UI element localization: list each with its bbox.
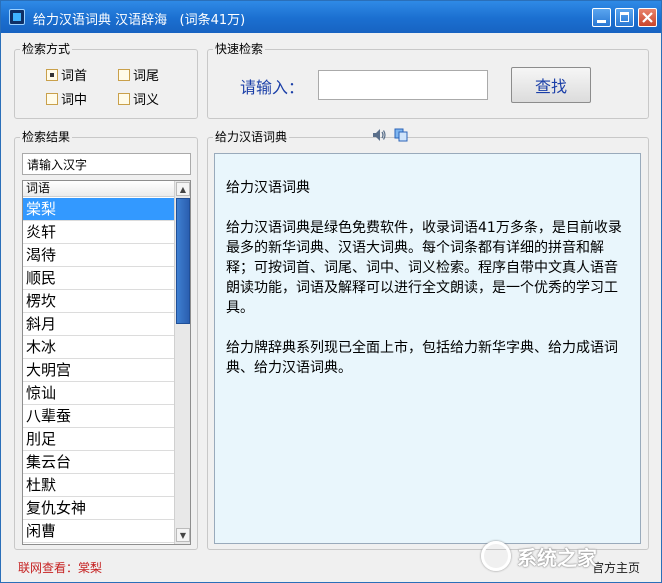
checkbox-prefix[interactable] [46,68,58,81]
scroll-thumb[interactable] [176,198,190,324]
word-rows: 棠梨 炎轩 渴待 顺民 楞坎 斜月 木冰 大明宫 惊讪 八辈蚕 刖足 集云台 杜… [23,198,174,543]
option-meaning-label: 词义 [133,93,160,108]
results-group: 检索结果 词语 棠梨 炎轩 渴待 顺民 楞坎 斜月 木冰 大明宫 惊讪 八辈蚕 … [14,130,198,550]
checkbox-suffix[interactable] [118,68,130,81]
hanzi-input[interactable] [22,153,191,175]
maximize-button[interactable] [615,8,634,27]
copy-icon[interactable] [394,128,408,142]
search-prompt: 请输入： [240,78,305,97]
quick-search-input[interactable] [318,70,488,100]
list-item[interactable]: 集云台 [23,451,174,474]
list-item[interactable]: 闲曹 [23,520,174,543]
title-bar[interactable]: 给力汉语词典 汉语辞海 (词条41万) [1,1,661,33]
option-middle-label: 词中 [61,93,88,108]
window-title: 给力汉语词典 汉语辞海 (词条41万) [33,13,246,28]
option-prefix[interactable]: 词首 [46,65,87,84]
list-item[interactable]: 渴待 [23,244,174,267]
definition-paragraph: 给力汉语词典是绿色免费软件，收录词语41万多条，是目前收录最多的新华词典、汉语大… [226,220,622,316]
quick-search-group: 快速检索 请输入： 查找 [207,42,649,119]
option-suffix-label: 词尾 [133,69,160,84]
results-label: 检索结果 [20,130,73,144]
list-item[interactable]: 棠梨 [23,198,174,221]
definition-paragraph: 给力牌辞典系列现已全面上市，包括给力新华字典、给力成语词典、给力汉语词典。 [226,340,618,376]
search-mode-label: 检索方式 [20,42,73,56]
word-column-header[interactable]: 词语 [23,181,174,197]
list-item[interactable]: 木冰 [23,336,174,359]
definition-text-area[interactable]: 给力汉语词典 给力汉语词典是绿色免费软件，收录词语41万多条，是目前收录最多的新… [214,153,641,544]
online-lookup-link[interactable]: 联网查看：棠梨 [18,559,102,576]
list-scrollbar[interactable]: ▲ ▼ [174,181,190,544]
close-icon [642,12,653,23]
option-prefix-label: 词首 [61,69,88,84]
list-item[interactable]: 八辈蚕 [23,405,174,428]
list-item[interactable]: 楞坎 [23,290,174,313]
search-mode-group: 检索方式 词首 词尾 词中 词义 [14,42,198,119]
watermark: 系统之家 [481,531,661,581]
scroll-down-icon[interactable]: ▼ [176,528,190,542]
dictionary-label: 给力汉语词典 [213,130,290,144]
list-item[interactable]: 斜月 [23,313,174,336]
app-window: 给力汉语词典 汉语辞海 (词条41万) 检索方式 词首 词尾 词中 词义 快速检… [0,0,662,583]
word-list: 词语 棠梨 炎轩 渴待 顺民 楞坎 斜月 木冰 大明宫 惊讪 八辈蚕 刖足 集云… [22,180,191,545]
option-middle[interactable]: 词中 [46,89,87,108]
option-suffix[interactable]: 词尾 [118,65,159,84]
find-button[interactable]: 查找 [511,67,591,103]
dictionary-group: 给力汉语词典 给力汉语词典 给力汉语词典是绿色免费软件，收录词语41万多条，是目… [207,128,649,550]
list-item[interactable]: 复仇女神 [23,497,174,520]
quick-search-label: 快速检索 [213,42,266,56]
checkbox-meaning[interactable] [118,92,130,105]
speaker-icon[interactable] [371,127,387,143]
watermark-logo-icon [481,541,511,571]
minimize-button[interactable] [592,8,611,27]
app-icon [9,9,25,25]
scroll-up-icon[interactable]: ▲ [176,182,190,196]
list-item[interactable]: 刖足 [23,428,174,451]
list-item[interactable]: 大明宫 [23,359,174,382]
watermark-text: 系统之家 [517,545,597,570]
close-button[interactable] [638,8,657,27]
list-item[interactable]: 顺民 [23,267,174,290]
list-item[interactable]: 惊讪 [23,382,174,405]
list-item[interactable]: 炎轩 [23,221,174,244]
checkbox-middle[interactable] [46,92,58,105]
definition-paragraph: 给力汉语词典 [226,180,310,196]
list-item[interactable]: 杜默 [23,474,174,497]
option-meaning[interactable]: 词义 [118,89,159,108]
